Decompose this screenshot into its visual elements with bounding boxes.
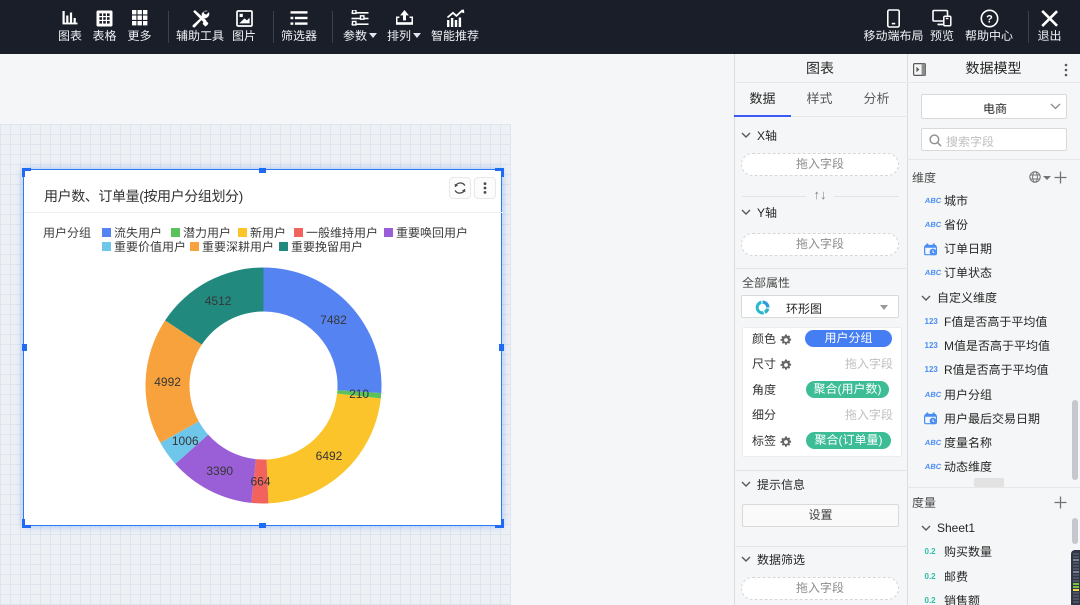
svg-text:3390: 3390 bbox=[206, 464, 233, 478]
svg-text:6492: 6492 bbox=[316, 449, 343, 463]
svg-text:4512: 4512 bbox=[205, 294, 232, 308]
svg-text:210: 210 bbox=[349, 387, 369, 401]
svg-text:7482: 7482 bbox=[320, 313, 347, 327]
svg-text:1006: 1006 bbox=[172, 434, 199, 448]
svg-text:?: ? bbox=[986, 13, 993, 25]
svg-text:4992: 4992 bbox=[154, 375, 181, 389]
svg-text:664: 664 bbox=[250, 475, 270, 489]
